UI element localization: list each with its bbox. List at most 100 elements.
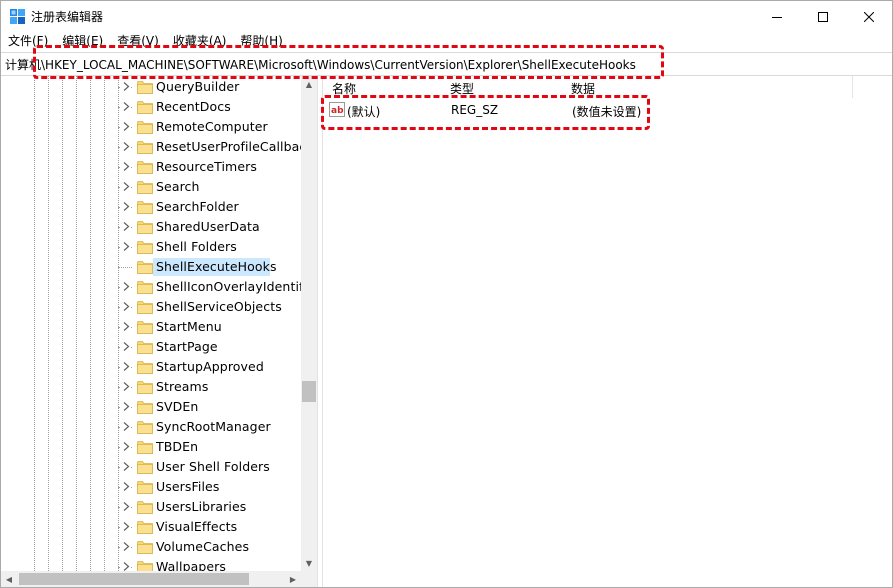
- tree-item[interactable]: SyncRootManager: [1, 417, 301, 437]
- chevron-right-icon[interactable]: [120, 381, 131, 392]
- tree-item-label: StartMenu: [156, 319, 222, 334]
- chevron-right-icon[interactable]: [120, 221, 131, 232]
- tree-item[interactable]: StartMenu: [1, 317, 301, 337]
- chevron-right-icon[interactable]: [120, 421, 131, 432]
- chevron-right-icon[interactable]: [120, 481, 131, 492]
- chevron-right-icon[interactable]: [120, 181, 131, 192]
- folder-icon: [137, 401, 153, 414]
- key-tree-pane[interactable]: QueryBuilder RecentDocs RemoteComputer Rese…: [1, 76, 317, 587]
- scroll-right-icon[interactable]: ▶: [285, 571, 301, 587]
- folder-icon: [137, 181, 153, 194]
- tree-item[interactable]: VisualEffects: [1, 517, 301, 537]
- tree-item-label: SharedUserData: [156, 219, 260, 234]
- chevron-right-icon[interactable]: [120, 401, 131, 412]
- menu-file[interactable]: 文件(F): [1, 32, 55, 51]
- tree-item-label: VolumeCaches: [156, 539, 250, 554]
- address-path[interactable]: 计算机\HKEY_LOCAL_MACHINE\SOFTWARE\Microsof…: [5, 56, 636, 73]
- chevron-right-icon[interactable]: [120, 201, 131, 212]
- tree-item[interactable]: ResetUserProfileCallback: [1, 137, 314, 157]
- scroll-left-icon[interactable]: ◀: [1, 571, 17, 587]
- tree-item-label: SVDEn: [156, 399, 199, 414]
- tree-item[interactable]: ShellIconOverlayIdentifie: [1, 277, 315, 297]
- values-pane[interactable]: 名称 类型 数据 ab (默认) REG_SZ (数值未设置): [323, 76, 892, 587]
- tree-item[interactable]: RecentDocs: [1, 97, 301, 117]
- column-header-name[interactable]: 名称: [332, 80, 356, 97]
- menu-favorites[interactable]: 收藏夹(A): [166, 32, 234, 51]
- minimize-button[interactable]: [754, 1, 800, 32]
- maximize-button[interactable]: [800, 1, 846, 32]
- tree-item[interactable]: Shell Folders: [1, 237, 301, 257]
- tree-item[interactable]: ShellServiceObjects: [1, 297, 301, 317]
- tree-item[interactable]: StartupApproved: [1, 357, 301, 377]
- chevron-right-icon[interactable]: [120, 321, 131, 332]
- chevron-right-icon[interactable]: [120, 281, 131, 292]
- tree-item[interactable]: ResourceTimers: [1, 157, 301, 177]
- chevron-right-icon[interactable]: [120, 241, 131, 252]
- tree-item[interactable]: VolumeCaches: [1, 537, 301, 557]
- tree-item[interactable]: SearchFolder: [1, 197, 301, 217]
- address-bar[interactable]: 计算机\HKEY_LOCAL_MACHINE\SOFTWARE\Microsof…: [1, 52, 892, 76]
- tree-item-label: ShellExecuteHooks: [156, 259, 277, 274]
- chevron-right-icon[interactable]: [120, 101, 131, 112]
- value-row[interactable]: ab (默认) REG_SZ (数值未设置): [323, 100, 653, 120]
- chevron-right-icon[interactable]: [120, 441, 131, 452]
- tree-item[interactable]: StartPage: [1, 337, 301, 357]
- tree-item[interactable]: SharedUserData: [1, 217, 301, 237]
- chevron-right-icon[interactable]: [120, 521, 131, 532]
- folder-icon: [137, 361, 153, 374]
- tree-item[interactable]: TBDEn: [1, 437, 301, 457]
- close-button[interactable]: [846, 1, 892, 32]
- tree-item[interactable]: ShellExecuteHooks: [1, 257, 301, 277]
- tree-item[interactable]: Streams: [1, 377, 301, 397]
- tree-item[interactable]: UsersFiles: [1, 477, 301, 497]
- chevron-right-icon[interactable]: [120, 141, 131, 152]
- chevron-right-icon[interactable]: [120, 161, 131, 172]
- tree-vertical-scrollbar[interactable]: ▲ ▼: [301, 76, 317, 571]
- tree-horizontal-scroll-thumb[interactable]: [19, 573, 249, 585]
- chevron-right-icon[interactable]: [120, 461, 131, 472]
- chevron-right-icon[interactable]: [120, 341, 131, 352]
- scroll-up-icon[interactable]: ▲: [301, 76, 317, 92]
- tree-item-label: ResourceTimers: [156, 159, 257, 174]
- value-name: (默认): [347, 105, 381, 119]
- tree-item-label: UsersFiles: [156, 479, 220, 494]
- folder-icon: [137, 201, 153, 214]
- chevron-right-icon[interactable]: [120, 541, 131, 552]
- folder-icon: [137, 121, 153, 134]
- tree-item[interactable]: QueryBuilder: [1, 77, 301, 97]
- column-header-data[interactable]: 数据: [571, 80, 595, 97]
- tree-item-label: VisualEffects: [156, 519, 238, 534]
- tree-item[interactable]: RemoteComputer: [1, 117, 301, 137]
- chevron-right-icon[interactable]: [120, 301, 131, 312]
- folder-icon: [137, 161, 153, 174]
- chevron-right-icon[interactable]: [120, 121, 131, 132]
- folder-icon: [137, 101, 153, 114]
- column-header-type[interactable]: 类型: [450, 80, 474, 97]
- tree-horizontal-scrollbar[interactable]: ◀ ▶: [1, 571, 301, 587]
- chevron-right-icon[interactable]: [120, 81, 131, 92]
- chevron-right-icon[interactable]: [120, 501, 131, 512]
- menu-view[interactable]: 查看(V): [110, 32, 166, 51]
- folder-icon: [137, 281, 153, 294]
- value-data: (数值未设置): [572, 105, 642, 119]
- title-bar: 注册表编辑器: [1, 1, 892, 32]
- maximize-icon: [818, 11, 828, 22]
- ab-string-icon: ab: [329, 102, 345, 117]
- tree-item[interactable]: UsersLibraries: [1, 497, 301, 517]
- chevron-right-icon[interactable]: [120, 361, 131, 372]
- tree-item[interactable]: Search: [1, 177, 301, 197]
- tree-item[interactable]: User Shell Folders: [1, 457, 301, 477]
- folder-icon: [137, 381, 153, 394]
- tree-item[interactable]: SVDEn: [1, 397, 301, 417]
- folder-icon: [137, 441, 153, 454]
- scroll-down-icon[interactable]: ▼: [301, 555, 317, 571]
- folder-icon: [137, 321, 153, 334]
- menu-bar: 文件(F) 编辑(E) 查看(V) 收藏夹(A) 帮助(H): [1, 32, 892, 51]
- tree-item-label: Search: [156, 179, 200, 194]
- tree-item-label: Streams: [156, 379, 209, 394]
- menu-edit[interactable]: 编辑(E): [55, 32, 110, 51]
- tree-item-label: QueryBuilder: [156, 79, 240, 94]
- menu-help[interactable]: 帮助(H): [233, 32, 289, 51]
- tree-vertical-scroll-thumb[interactable]: [302, 381, 316, 402]
- tree-item-label: StartupApproved: [156, 359, 264, 374]
